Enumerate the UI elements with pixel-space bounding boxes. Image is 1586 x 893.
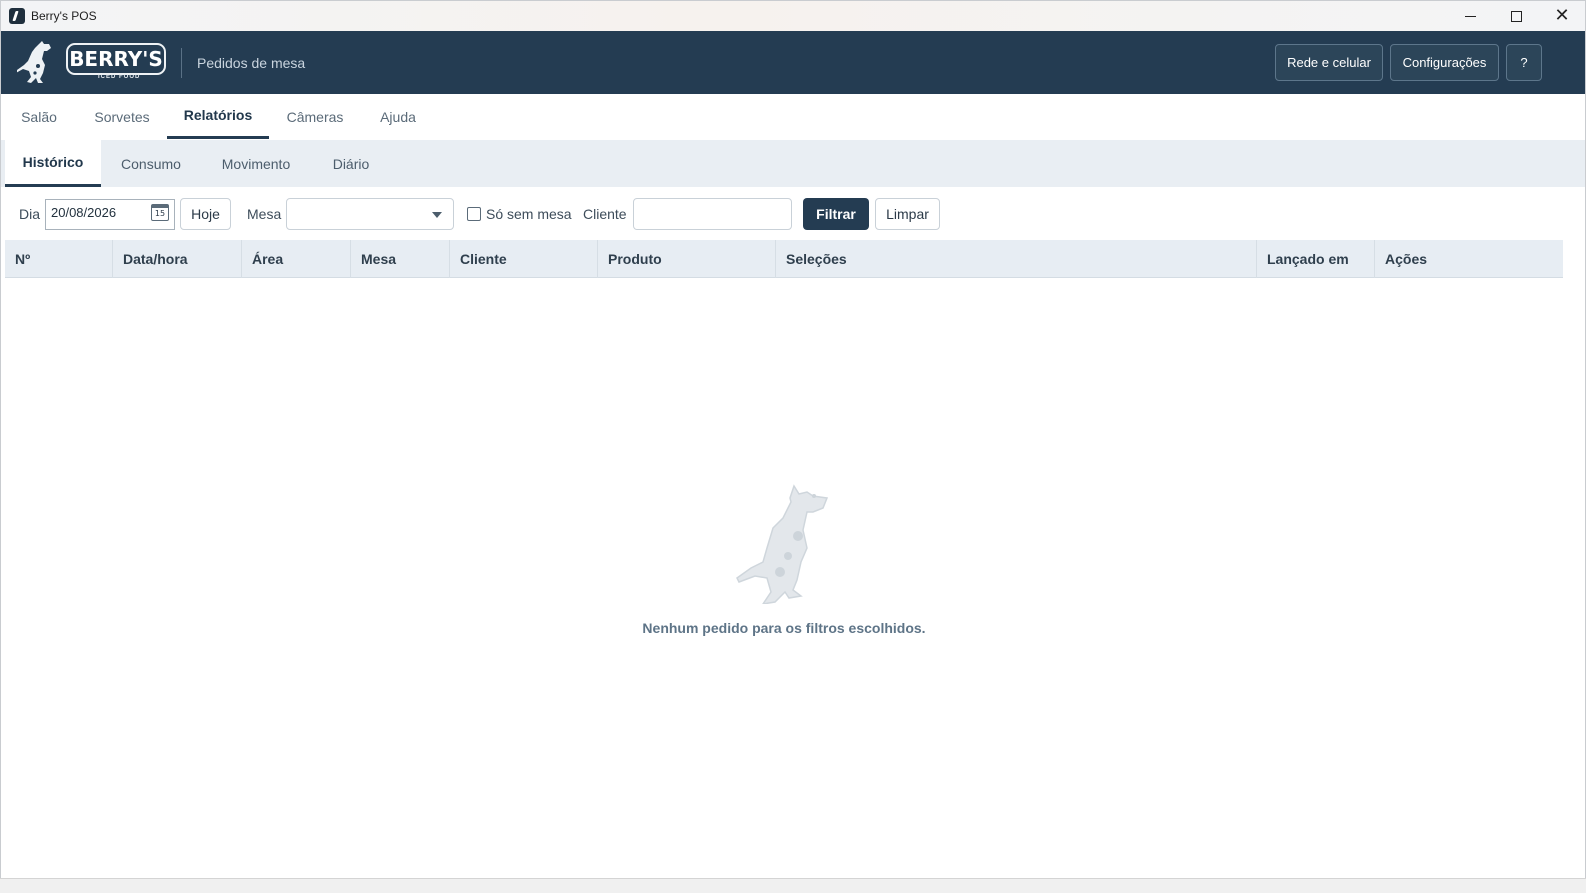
orders-table-header: Nº Data/hora Área Mesa Cliente Produto S… (5, 240, 1563, 278)
column-header-number[interactable]: Nº (5, 240, 113, 278)
date-picker[interactable]: 20/08/2026 15 (45, 199, 175, 230)
clear-button[interactable]: Limpar (875, 198, 940, 230)
subtab-movimento[interactable]: Movimento (205, 140, 307, 187)
calendar-icon[interactable]: 15 (151, 204, 169, 221)
cliente-label: Cliente (583, 206, 627, 222)
tab-ajuda[interactable]: Ajuda (367, 94, 429, 139)
date-value: 20/08/2026 (51, 205, 117, 220)
main-tab-bar: Salão Sorvetes Relatórios Câmeras Ajuda (1, 94, 1585, 140)
tab-cameras[interactable]: Câmeras (277, 94, 353, 139)
subtab-diario[interactable]: Diário (317, 140, 385, 187)
window-border-left (0, 31, 1, 893)
mesa-label: Mesa (247, 206, 282, 222)
window-controls: ✕ (1447, 1, 1585, 31)
column-header-cliente[interactable]: Cliente (450, 240, 598, 278)
dia-label: Dia (19, 206, 41, 222)
report-subtab-bar: Histórico Consumo Movimento Diário (1, 140, 1585, 187)
mesa-select[interactable] (286, 198, 454, 230)
filter-bar: Dia 20/08/2026 15 Hoje Mesa Só sem mesa … (1, 187, 1585, 240)
tab-sorvetes[interactable]: Sorvetes (83, 94, 161, 139)
close-icon: ✕ (1554, 5, 1570, 26)
close-button[interactable]: ✕ (1539, 1, 1585, 31)
window-titlebar: Berry's POS ✕ (0, 0, 1586, 31)
column-header-launched-at[interactable]: Lançado em (1257, 240, 1375, 278)
header-subtitle: Pedidos de mesa (197, 55, 306, 71)
maximize-button[interactable] (1493, 1, 1539, 31)
brand-logo-subtitle: ICED FOOD (98, 74, 141, 80)
column-header-actions[interactable]: Ações (1375, 240, 1563, 278)
header-divider (181, 48, 182, 78)
column-header-produto[interactable]: Produto (598, 240, 776, 278)
chevron-down-icon (432, 212, 442, 218)
brand-logo: BERRY'S (66, 43, 166, 75)
today-button[interactable]: Hoje (180, 198, 231, 230)
window-title: Berry's POS (31, 9, 97, 23)
cow-mascot-icon (17, 41, 51, 83)
subtab-consumo[interactable]: Consumo (105, 140, 197, 187)
minimize-icon (1464, 15, 1476, 17)
empty-state-message: Nenhum pedido para os filtros escolhidos… (642, 620, 926, 636)
only-without-table-checkbox[interactable] (467, 207, 481, 221)
empty-state-cow-icon (736, 484, 829, 604)
column-header-selecoes[interactable]: Seleções (776, 240, 1257, 278)
app-header: BERRY'S ICED FOOD Pedidos de mesa Rede e… (1, 31, 1585, 94)
tab-salao[interactable]: Salão (9, 94, 69, 139)
column-header-mesa[interactable]: Mesa (351, 240, 450, 278)
only-without-table-label[interactable]: Só sem mesa (486, 206, 572, 222)
help-button[interactable]: ? (1506, 44, 1542, 81)
window-border-bottom (0, 878, 1586, 893)
filter-button[interactable]: Filtrar (803, 198, 869, 230)
column-header-area[interactable]: Área (242, 240, 351, 278)
minimize-button[interactable] (1447, 1, 1493, 31)
tab-relatorios[interactable]: Relatórios (167, 94, 269, 139)
column-header-datetime[interactable]: Data/hora (113, 240, 242, 278)
cliente-input[interactable] (633, 198, 792, 230)
app-icon (9, 8, 25, 24)
subtab-historico[interactable]: Histórico (5, 140, 101, 187)
network-mobile-button[interactable]: Rede e celular (1275, 44, 1383, 81)
settings-button[interactable]: Configurações (1390, 44, 1499, 81)
maximize-icon (1510, 10, 1522, 22)
